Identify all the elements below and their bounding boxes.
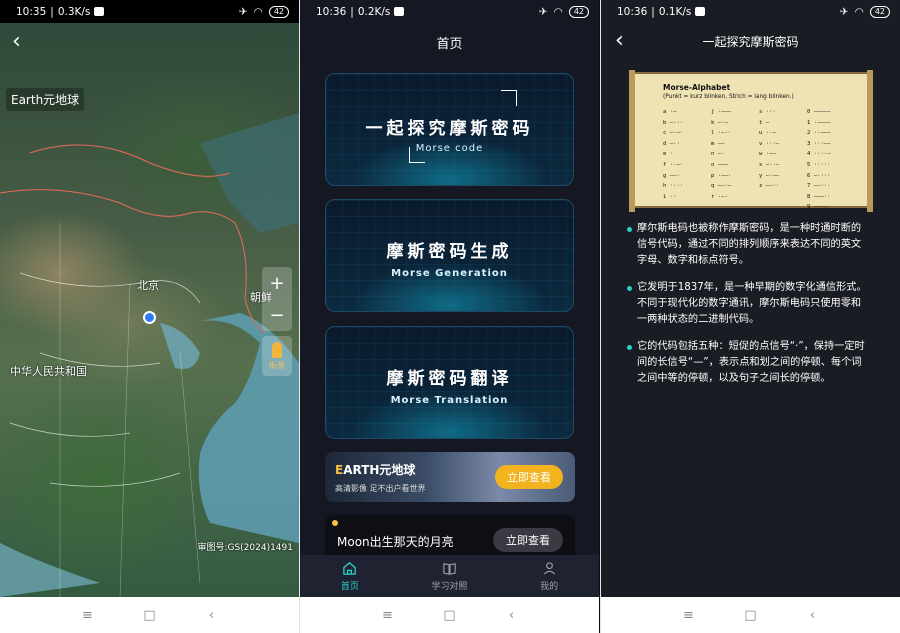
book-icon [443, 562, 456, 575]
status-time: 10:36 [316, 5, 347, 18]
status-bar: 10:36 | 0.1K/s ✈ ◠ 42 [601, 0, 900, 23]
earth-banner[interactable]: EARTH元地球 高清影像 足不出户看世界 立即查看 [325, 452, 575, 502]
home-nav-button[interactable]: □ [742, 608, 760, 623]
zoom-out-button[interactable]: − [262, 299, 292, 331]
tab-label: 首页 [340, 581, 359, 592]
status-time: 10:36 [617, 5, 648, 18]
page-title: 一起探究摩斯密码 [702, 35, 799, 49]
home-icon [343, 561, 357, 575]
tab-label: 学习对照 [431, 581, 468, 592]
map-label-beijing: 北京 [137, 279, 159, 292]
card-subtitle: Morse code [415, 143, 484, 154]
airplane-icon: ✈ [238, 5, 248, 18]
banner-subtitle: 高清影像 足不出户看世界 [335, 484, 426, 493]
satellite-map[interactable]: ‹ Earth元地球 北京 中华人民共和国 朝鲜 + − 街景 审图号:GS(2… [0, 23, 299, 597]
image-subtitle: (Punkt = kurz blinken, Strich = lang bli… [663, 94, 794, 100]
card-morse-translation[interactable]: 摩斯密码翻译 Morse Translation [325, 326, 574, 439]
notification-icon [94, 7, 105, 16]
person-icon [272, 341, 282, 358]
system-nav-bar: ≡ □ ‹ [300, 597, 599, 633]
home-nav-button[interactable]: □ [441, 608, 459, 623]
card-title: 摩斯密码翻译 [386, 369, 513, 389]
wifi-icon: ◠ [854, 5, 864, 18]
wifi-icon: ◠ [253, 5, 263, 18]
zoom-in-button[interactable]: + [262, 267, 292, 299]
moon-view-button[interactable]: 立即查看 [493, 528, 563, 552]
star-icon [332, 520, 338, 526]
screens: 10:35 | 0.3K/s ✈ ◠ 42 ‹ Earth元地球 北京 中华人民… [0, 0, 900, 633]
system-nav-bar: ≡ □ ‹ [0, 597, 299, 633]
article-paragraph: 摩尔斯电码也被称作摩斯密码，是一种时通时断的信号代码，通过不同的排列顺序来表达不… [627, 221, 871, 269]
bullet-icon [627, 286, 632, 291]
wifi-icon: ◠ [553, 5, 563, 18]
recent-apps-button[interactable]: ≡ [680, 608, 698, 623]
morse-column-1: a ·– b –··· c –·–· d –·· e · f ··–· g ––· h ·… [663, 109, 684, 200]
notification-icon [695, 7, 706, 16]
street-view-button[interactable]: 街景 [262, 336, 292, 376]
battery-indicator: 42 [869, 5, 890, 18]
home-screen: 10:36 | 0.2K/s ✈ ◠ 42 首页 一起探究摩斯密码 Morse … [300, 0, 599, 633]
status-bar: 10:35 | 0.3K/s ✈ ◠ 42 [0, 0, 299, 23]
morse-column-4: 0 ––––– 1 ·–––– 2 ··––– 3 ···–– 4 ····– 5 ··… [807, 109, 831, 211]
card-morse-generation[interactable]: 摩斯密码生成 Morse Generation [325, 199, 574, 312]
user-icon [543, 561, 555, 575]
card-morse-code[interactable]: 一起探究摩斯密码 Morse code [325, 73, 574, 186]
tab-home[interactable]: 首页 [300, 555, 400, 597]
status-network-speed: 0.1K/s [658, 5, 692, 18]
street-view-label: 街景 [269, 360, 285, 370]
airplane-icon: ✈ [538, 5, 548, 18]
banner-view-button[interactable]: 立即查看 [495, 465, 563, 489]
morse-alphabet-image: Morse-Alphabet (Punkt = kurz blinken, St… [629, 70, 873, 212]
bullet-icon [627, 227, 632, 232]
map-label-china: 中华人民共和国 [10, 365, 87, 378]
system-nav-bar: ≡ □ ‹ [601, 597, 900, 633]
card-title: 摩斯密码生成 [386, 242, 513, 262]
card-subtitle: Morse Translation [390, 395, 509, 406]
airplane-icon: ✈ [839, 5, 849, 18]
status-network-speed: 0.2K/s [357, 5, 391, 18]
page-title: 首页 [436, 37, 463, 52]
morse-column-2: j ·––– k –·– l ·–·· m –– n –· o ––– p ·––· q … [711, 109, 732, 200]
image-title: Morse-Alphabet [663, 83, 731, 92]
article-body: 摩尔斯电码也被称作摩斯密码，是一种时通时断的信号代码，通过不同的排列顺序来表达不… [627, 221, 871, 398]
tab-mine[interactable]: 我的 [499, 555, 599, 597]
banner-title: EARTH元地球 [335, 463, 416, 477]
status-time: 10:35 [16, 5, 47, 18]
status-network-speed: 0.3K/s [57, 5, 91, 18]
home-nav-button[interactable]: □ [141, 608, 159, 623]
article-screen: 10:36 | 0.1K/s ✈ ◠ 42 ‹ 一起探究摩斯密码 Morse-A… [601, 0, 900, 633]
card-subtitle: Morse Generation [391, 268, 508, 279]
article-paragraph: 它发明于1837年，是一种早期的数字化通信形式。不同于现代化的数字通讯，摩尔斯电… [627, 280, 871, 328]
moon-banner[interactable]: Moon出生那天的月亮 立即查看 [325, 515, 575, 555]
back-nav-button[interactable]: ‹ [804, 608, 822, 623]
bullet-icon [627, 345, 632, 350]
tab-study[interactable]: 学习对照 [400, 555, 500, 597]
article-paragraph: 它的代码包括五种：短促的点信号“·”，保持一定时间的长信号“—”，表示点和划之间… [627, 339, 871, 387]
recent-apps-button[interactable]: ≡ [79, 608, 97, 623]
bottom-tab-bar: 首页 学习对照 我的 [300, 555, 599, 597]
status-bar: 10:36 | 0.2K/s ✈ ◠ 42 [300, 0, 599, 23]
tab-label: 我的 [540, 581, 559, 592]
recent-apps-button[interactable]: ≡ [379, 608, 397, 623]
back-nav-button[interactable]: ‹ [503, 608, 521, 623]
location-pin-icon[interactable] [143, 311, 156, 324]
notification-icon [394, 7, 405, 16]
morse-column-3: s ··· t – u ··– v ···– w ·–– x –··– y –·–– z … [759, 109, 780, 190]
map-screen: 10:35 | 0.3K/s ✈ ◠ 42 ‹ Earth元地球 北京 中华人民… [0, 0, 299, 633]
map-copyright: 审图号:GS(2024)1491 [197, 543, 293, 553]
map-app-title: Earth元地球 [6, 88, 85, 111]
back-nav-button[interactable]: ‹ [203, 608, 221, 623]
moon-title: Moon出生那天的月亮 [337, 535, 454, 549]
zoom-controls: + − [262, 267, 292, 331]
battery-indicator: 42 [568, 5, 589, 18]
card-title: 一起探究摩斯密码 [365, 119, 534, 139]
battery-indicator: 42 [268, 5, 289, 18]
back-button[interactable]: ‹ [12, 31, 21, 53]
